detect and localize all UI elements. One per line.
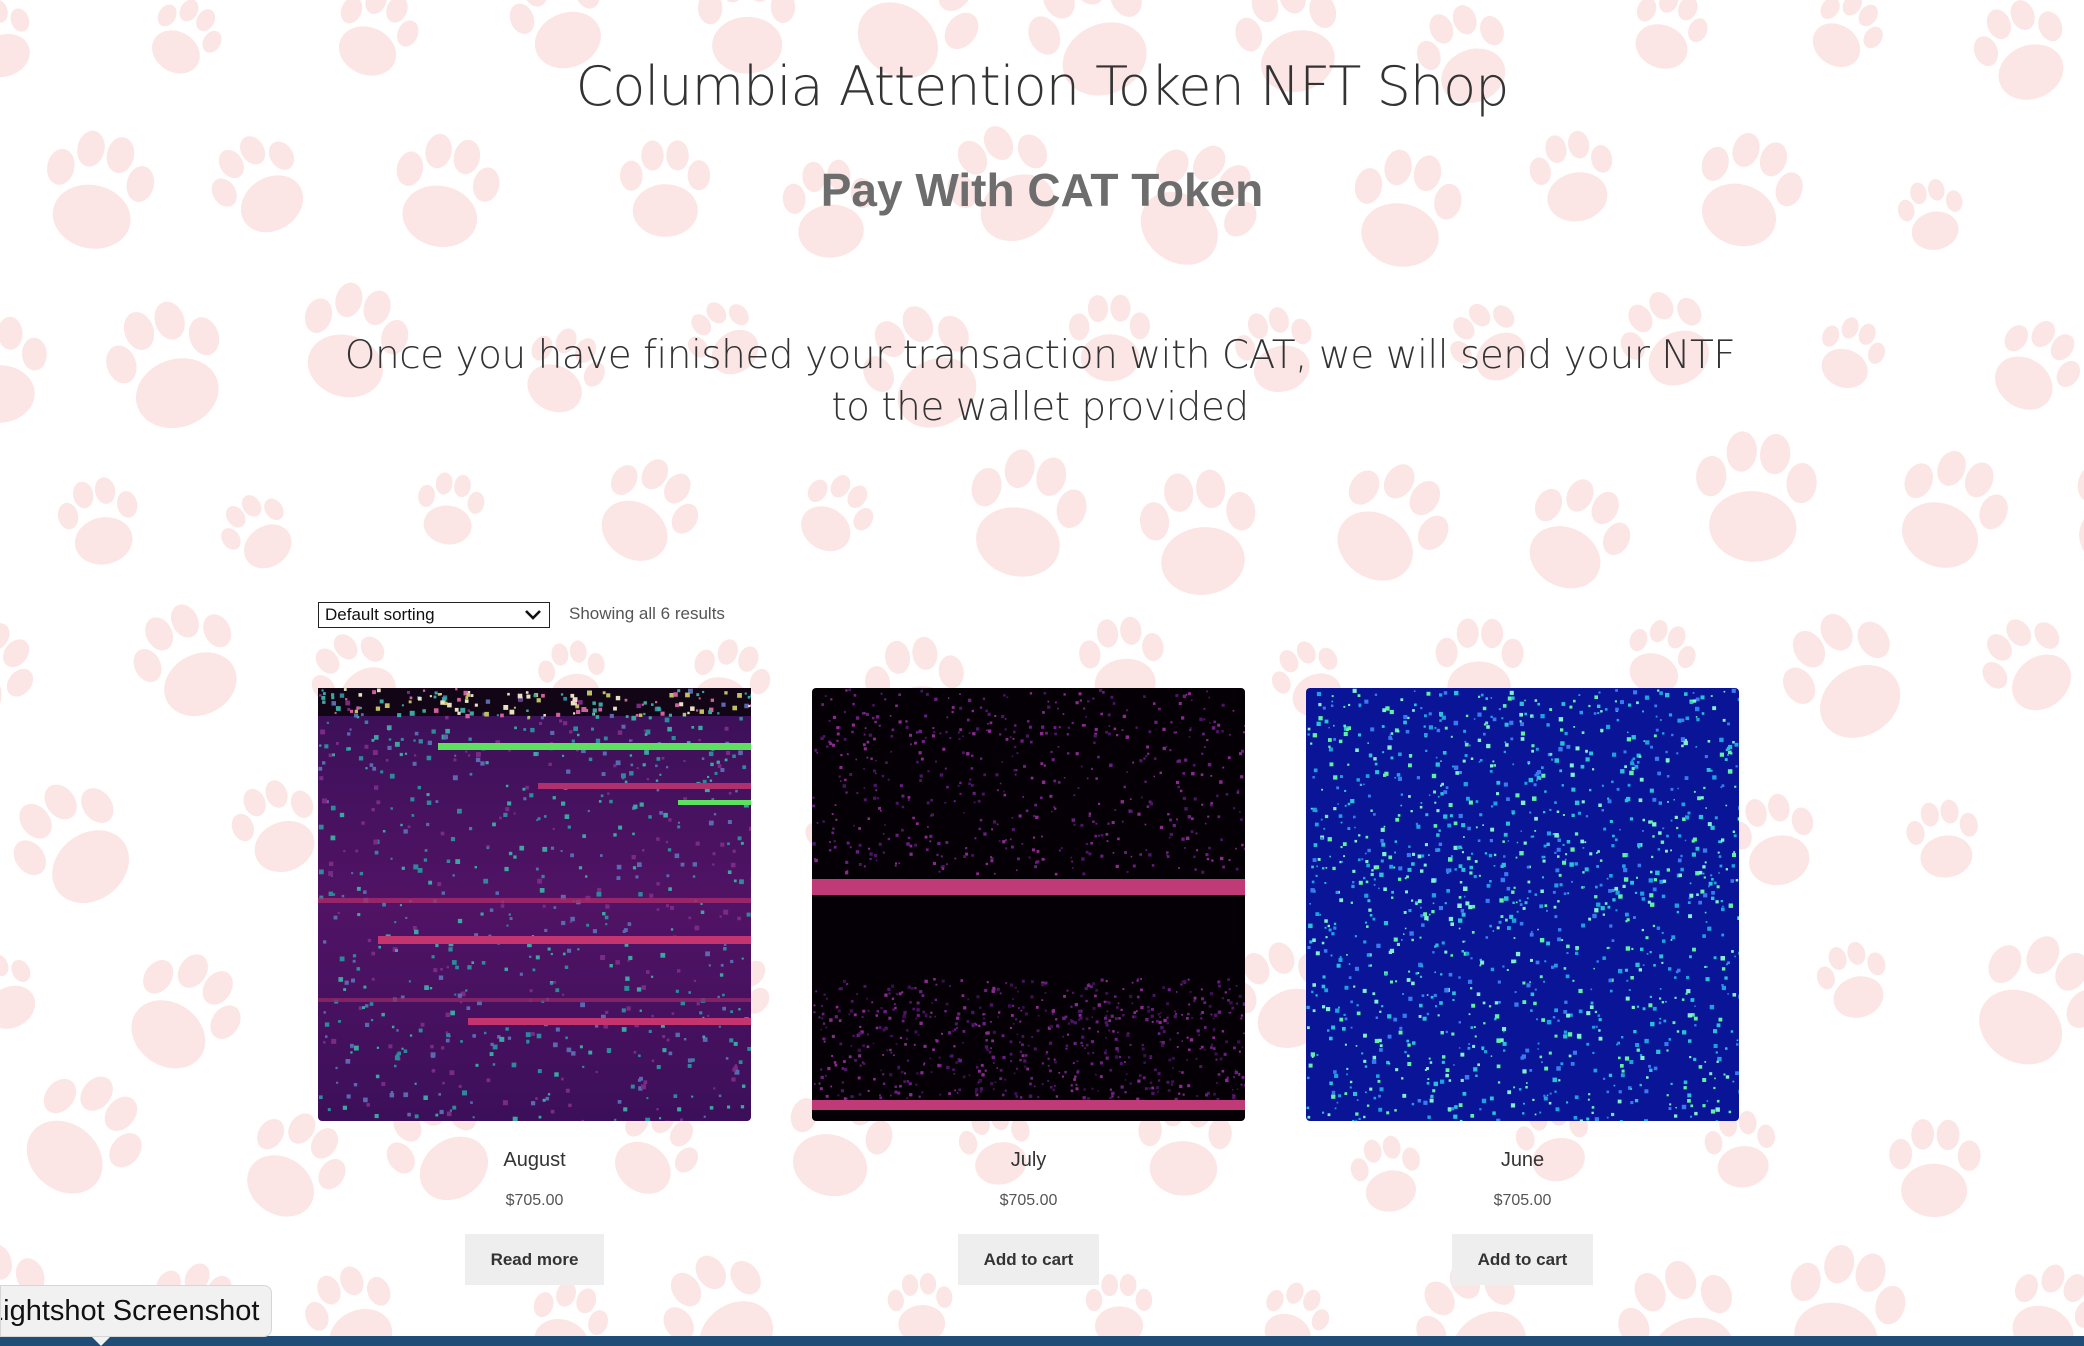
product-card-august: August $705.00 Read more [318, 688, 751, 1285]
tooltip-text: Lightshot Screenshot [0, 1294, 260, 1327]
product-name[interactable]: July [812, 1149, 1245, 1172]
product-card-june: June $705.00 Add to cart [1306, 688, 1739, 1285]
product-card-july: July $705.00 Add to cart [812, 688, 1245, 1285]
product-price: $705.00 [1493, 1192, 1552, 1209]
add-to-cart-button[interactable]: Add to cart [957, 1234, 1100, 1285]
tooltip-pointer [92, 1337, 110, 1346]
transaction-notice: Once you have finished your transaction … [344, 333, 1736, 430]
product-image-june[interactable] [1306, 688, 1739, 1121]
site-title: Columbia Attention Token NFT Shop [575, 55, 1510, 118]
page-subtitle: Pay With CAT Token [820, 164, 1264, 216]
product-name[interactable]: June [1306, 1149, 1739, 1172]
product-price: $705.00 [999, 1192, 1058, 1209]
product-name[interactable]: August [318, 1149, 751, 1172]
sort-select[interactable]: Default sorting [318, 602, 550, 628]
add-to-cart-button[interactable]: Add to cart [1451, 1234, 1594, 1285]
chevron-down-icon [525, 610, 541, 620]
result-count: Showing all 6 results [569, 604, 725, 623]
product-image-august[interactable] [318, 688, 751, 1121]
os-taskbar [0, 1336, 2084, 1346]
sort-select-value: Default sorting [325, 605, 435, 624]
product-image-july[interactable] [812, 688, 1245, 1121]
read-more-button[interactable]: Read more [464, 1234, 605, 1285]
screenshot-tooltip: Lightshot Screenshot [0, 1285, 272, 1337]
product-price: $705.00 [505, 1192, 564, 1209]
